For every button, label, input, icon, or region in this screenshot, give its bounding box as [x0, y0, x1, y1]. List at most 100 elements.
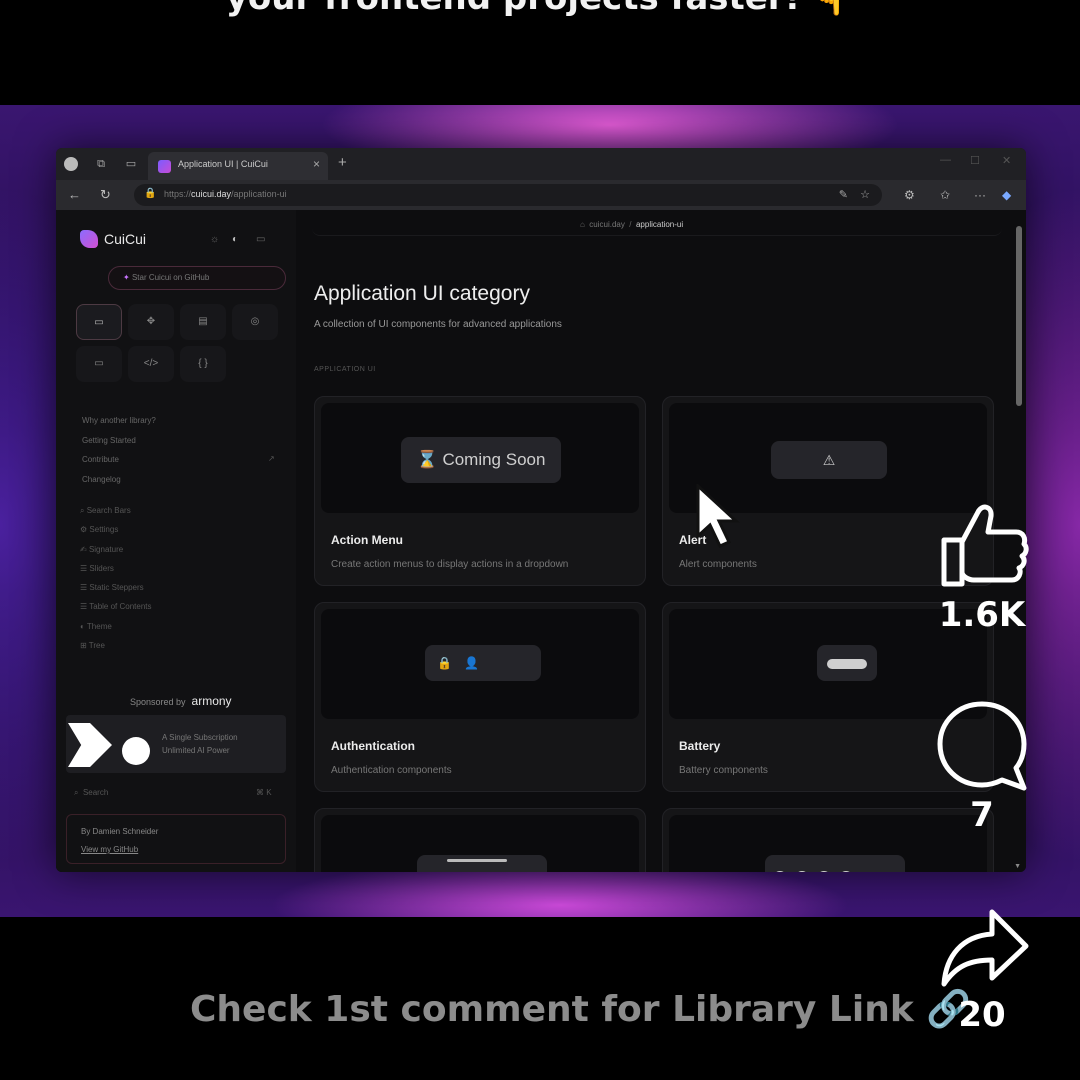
profile-icon[interactable] — [64, 157, 78, 171]
component-card[interactable] — [314, 808, 646, 872]
star-github-button[interactable]: ✦ Star Cuicui on GitHub — [108, 266, 286, 290]
like-action[interactable]: 1.6K — [922, 496, 1042, 635]
sidebar-link[interactable]: Why another library? — [82, 416, 156, 436]
card-preview — [321, 815, 639, 872]
share-arrow-icon[interactable] — [934, 906, 1030, 996]
favorites-icon[interactable]: ✩ — [940, 188, 950, 202]
moon-icon[interactable]: ◐ — [232, 234, 238, 245]
section-label: APPLICATION UI — [314, 366, 376, 373]
component-card-authentication[interactable]: 🔒👤 Authentication Authentication compone… — [314, 602, 646, 792]
browser-tab-bar: ⧉ ▭ Application UI | CuiCui × + — ☐ ✕ — [56, 148, 1026, 180]
window-close-icon[interactable]: ✕ — [1002, 154, 1011, 167]
lock-user-icon: 🔒👤 — [425, 645, 541, 681]
ad-text: A Single Subscription Unlimited AI Power — [162, 733, 238, 755]
sidebar-item-static-steppers[interactable]: ☰ Static Steppers — [80, 583, 152, 602]
reload-icon[interactable]: ↻ — [100, 187, 111, 203]
sidebar-component-links: ⌕ Search Bars ⚙ Settings ✍ Signature ☰ S… — [80, 506, 152, 660]
sidebar-link[interactable]: Getting Started — [82, 436, 156, 456]
sponsor-logo[interactable]: armony — [192, 694, 232, 708]
thumbs-up-icon[interactable] — [934, 496, 1030, 592]
browser-tab[interactable]: Application UI | CuiCui × — [148, 152, 328, 180]
close-icon[interactable]: × — [313, 157, 320, 171]
category-application-ui-button[interactable]: ▭ — [76, 304, 122, 340]
external-link-icon: ↗ — [268, 454, 275, 463]
sidebar-item-theme[interactable]: ◐ Theme — [80, 622, 152, 641]
sidebar-item-tree[interactable]: ⊞ Tree — [80, 641, 152, 660]
sidebar-item-signature[interactable]: ✍ Signature — [80, 545, 152, 564]
sidebar-item-search-bars[interactable]: ⌕ Search Bars — [80, 506, 152, 525]
tab-title: Application UI | CuiCui — [178, 159, 268, 169]
sidebar: CuiCui ☼ ◐ ▭ ✦ Star Cuicui on GitHub ▭ ✥… — [56, 210, 296, 872]
share-action[interactable]: 20 — [922, 906, 1042, 1035]
comment-action[interactable]: 7 — [922, 696, 1042, 835]
sponsor-ad[interactable]: A Single Subscription Unlimited AI Power — [66, 715, 286, 773]
scrollbar-thumb[interactable] — [1016, 226, 1022, 406]
armony-dot-icon — [122, 737, 150, 765]
breadcrumb: ⌂ cuicui.day / application-ui — [580, 220, 684, 229]
minimize-icon[interactable]: — — [940, 154, 951, 166]
site-logo[interactable]: CuiCui — [80, 230, 146, 248]
sidebar-item-table-of-contents[interactable]: ☰ Table of Contents — [80, 602, 152, 621]
more-menu-icon[interactable]: ··· — [974, 188, 986, 202]
battery-icon — [827, 659, 867, 669]
category-code-button[interactable]: </> — [128, 346, 174, 382]
favorite-star-icon[interactable]: ☆ — [860, 188, 870, 201]
sidebar-item-settings[interactable]: ⚙ Settings — [80, 525, 152, 544]
page-subtitle: A collection of UI components for advanc… — [314, 319, 562, 330]
steps-preview — [765, 855, 905, 872]
category-other-button[interactable]: ◎ — [232, 304, 278, 340]
url-text: https://cuicui.day/application-ui — [164, 189, 287, 199]
sidebar-item-sliders[interactable]: ☰ Sliders — [80, 564, 152, 583]
card-preview: 🔒👤 — [321, 609, 639, 719]
sun-icon[interactable]: ☼ — [210, 234, 219, 245]
share-count: 20 — [958, 995, 1006, 1035]
logo-text: CuiCui — [104, 231, 147, 247]
category-hooks-button[interactable]: { } — [180, 346, 226, 382]
copilot-icon[interactable]: ◆ — [1002, 188, 1011, 202]
slider-preview — [417, 855, 547, 872]
battery-toggle-preview — [817, 645, 877, 681]
mouse-pointer-icon — [696, 484, 740, 548]
top-caption: your frontend projects faster! 👇 — [0, 0, 1080, 18]
category-marketing-ui-button[interactable]: ▤ — [180, 304, 226, 340]
github-link[interactable]: View my GitHub — [81, 841, 285, 859]
sidebar-search[interactable]: ⌕ Search — [74, 788, 108, 798]
sponsor-line: Sponsored by armony — [130, 694, 232, 708]
tab-actions-icon[interactable]: ▭ — [124, 157, 138, 171]
comment-bubble-icon[interactable] — [934, 696, 1030, 796]
component-card-action-menu[interactable]: ⌛ Coming Soon Action Menu Create action … — [314, 396, 646, 586]
logo-icon — [80, 230, 98, 248]
page-title: Application UI category — [314, 282, 530, 305]
read-aloud-icon[interactable]: ✎ — [839, 188, 848, 201]
author-name: By Damien Schneider — [81, 827, 159, 836]
card-title: Authentication — [331, 739, 415, 753]
card-description: Authentication components — [331, 765, 452, 776]
lock-icon: 🔒 — [144, 188, 157, 199]
new-tab-icon[interactable]: + — [338, 154, 347, 171]
monitor-icon[interactable]: ▭ — [256, 234, 265, 245]
star-github-label: Star Cuicui on GitHub — [131, 273, 210, 282]
sidebar-link[interactable]: Contribute — [82, 455, 156, 475]
back-icon[interactable]: ← — [68, 187, 81, 202]
sidebar-nav-links: Why another library? Getting Started Con… — [82, 416, 156, 494]
breadcrumb-root[interactable]: cuicui.day — [589, 220, 625, 229]
favicon-icon — [158, 160, 171, 173]
category-common-ui-button[interactable]: ✥ — [128, 304, 174, 340]
armony-logo-icon — [68, 723, 112, 767]
card-description: Battery components — [679, 765, 768, 776]
workspaces-icon[interactable]: ⧉ — [94, 157, 108, 171]
maximize-icon[interactable]: ☐ — [970, 154, 980, 167]
scroll-down-icon[interactable]: ▼ — [1014, 863, 1021, 870]
warning-icon: ⚠ — [771, 441, 887, 479]
url-bar[interactable]: 🔒 https://cuicui.day/application-ui ✎ ☆ — [134, 184, 882, 206]
card-preview: ⌛ Coming Soon — [321, 403, 639, 513]
search-shortcut: ⌘ K — [256, 788, 272, 797]
card-description: Create action menus to display actions i… — [331, 559, 569, 570]
comment-count: 7 — [970, 795, 994, 835]
sidebar-link[interactable]: Changelog — [82, 475, 156, 495]
breadcrumb-current: application-ui — [635, 220, 684, 229]
category-templates-button[interactable]: ▭ — [76, 346, 122, 382]
author-card: By Damien Schneider View my GitHub — [66, 814, 286, 864]
extension-icon[interactable]: ⚙ — [904, 188, 915, 202]
bottom-caption: Check 1st comment for Library Link 🔗 — [190, 989, 972, 1030]
